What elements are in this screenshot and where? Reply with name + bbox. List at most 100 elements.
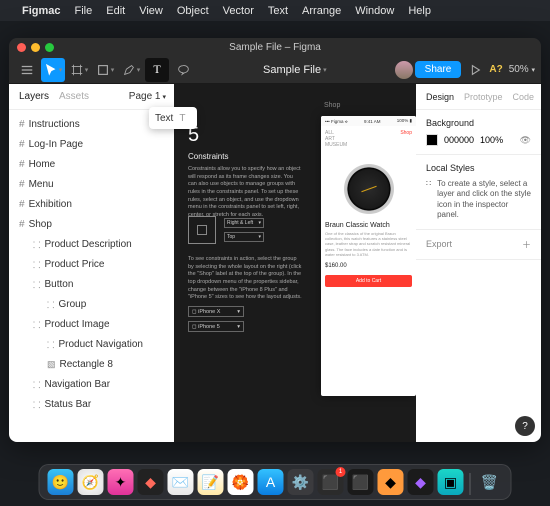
group-icon: ⸬ <box>33 398 40 411</box>
section-label: Background <box>426 118 531 128</box>
menu-text[interactable]: Text <box>268 5 288 17</box>
menu-edit[interactable]: Edit <box>106 5 125 17</box>
group-icon: ⸬ <box>33 238 40 251</box>
layer-item[interactable]: ⸬Product Navigation <box>9 334 174 354</box>
menu-file[interactable]: File <box>75 5 93 17</box>
menu-view[interactable]: View <box>139 5 163 17</box>
avatar[interactable] <box>395 61 413 79</box>
device-select[interactable]: ◻ iPhone X▾ <box>188 306 244 317</box>
dock-appstore-icon[interactable]: A <box>258 469 284 495</box>
section-heading: Constraints <box>188 152 228 161</box>
tab-code[interactable]: Code <box>513 92 535 102</box>
layer-item[interactable]: ⸬Product Image <box>9 314 174 334</box>
menu-help[interactable]: Help <box>408 5 431 17</box>
dock-safari-icon[interactable]: 🧭 <box>78 469 104 495</box>
dock-mail-icon[interactable]: ✉️ <box>168 469 194 495</box>
plus-icon[interactable]: ＋ <box>522 238 531 251</box>
tab-prototype[interactable]: Prototype <box>464 92 503 102</box>
comment-tool[interactable] <box>171 58 195 82</box>
dock-photos-icon[interactable]: 🏵️ <box>228 469 254 495</box>
layer-item[interactable]: #Exhibition <box>9 194 174 214</box>
menu-arrange[interactable]: Arrange <box>302 5 341 17</box>
section-label: Local Styles <box>426 163 531 173</box>
color-swatch[interactable] <box>426 134 438 146</box>
layer-item[interactable]: ⸬Product Description <box>9 234 174 254</box>
layer-item[interactable]: #Log-In Page <box>9 134 174 154</box>
shape-tool[interactable]: ▾ <box>93 58 117 82</box>
menu-window[interactable]: Window <box>355 5 394 17</box>
group-icon: ⸬ <box>33 378 40 391</box>
group-icon: ⸬ <box>47 298 54 311</box>
dock-app-icon[interactable]: ◆ <box>378 469 404 495</box>
layer-item[interactable]: #Menu <box>9 174 174 194</box>
layer-item[interactable]: ⸬Group <box>9 294 174 314</box>
dock-notes-icon[interactable]: 📝 <box>198 469 224 495</box>
add-to-cart-button[interactable]: Add to Cart <box>325 275 412 287</box>
close-icon[interactable] <box>17 43 26 52</box>
page-selector[interactable]: Page 1▾ <box>129 91 166 102</box>
frame-label[interactable]: Shop <box>324 102 340 109</box>
layer-item[interactable]: ⸬Button <box>9 274 174 294</box>
hamburger-icon[interactable] <box>15 58 39 82</box>
product-image <box>344 164 394 214</box>
device-select[interactable]: ◻ iPhone 5▾ <box>188 321 244 332</box>
dock-separator <box>470 473 471 495</box>
tool-popup[interactable]: Text T <box>149 107 197 129</box>
dock-finder-icon[interactable]: 🙂 <box>48 469 74 495</box>
titlebar[interactable]: Sample File – Figma <box>9 38 541 56</box>
frame-tool[interactable]: ▾ <box>67 58 91 82</box>
layer-item[interactable]: #Shop <box>9 214 174 234</box>
macos-menubar: Figmac File Edit View Object Vector Text… <box>0 0 550 21</box>
constraint-select-v[interactable]: Top▾ <box>224 232 264 242</box>
move-tool[interactable]: ▾ <box>41 58 65 82</box>
frame-icon: # <box>19 139 25 150</box>
eye-icon[interactable]: 👁 <box>520 135 531 146</box>
dock-app-icon[interactable]: ◆ <box>408 469 434 495</box>
present-button[interactable] <box>463 58 487 82</box>
canvas[interactable]: 5 Constraints Constraints allow you to s… <box>174 84 416 442</box>
layer-item[interactable]: ⸬Product Price <box>9 254 174 274</box>
dock-settings-icon[interactable]: ⚙️ <box>288 469 314 495</box>
constraint-select-h[interactable]: Right & Left▾ <box>224 218 264 228</box>
layer-item[interactable]: ▧Rectangle 8 <box>9 354 174 374</box>
group-icon: ⸬ <box>47 338 54 351</box>
dock-trash-icon[interactable]: 🗑️ <box>477 469 503 495</box>
minimize-icon[interactable] <box>31 43 40 52</box>
popup-shortcut: T <box>179 113 185 124</box>
product-description: One of the classics of the original Brau… <box>321 229 416 259</box>
layer-item[interactable]: ⸬Status Bar <box>9 394 174 414</box>
dock-app-icon[interactable]: ▣ <box>438 469 464 495</box>
maximize-icon[interactable] <box>45 43 54 52</box>
tab-layers[interactable]: Layers <box>19 91 49 102</box>
dock-app-icon[interactable]: ⬛ <box>348 469 374 495</box>
tab-assets[interactable]: Assets <box>59 91 89 102</box>
layer-item[interactable]: #Home <box>9 154 174 174</box>
frame-icon: # <box>19 119 25 130</box>
menu-vector[interactable]: Vector <box>223 5 254 17</box>
product-price: $160.00 <box>321 259 416 273</box>
app-name[interactable]: Figmac <box>22 5 61 17</box>
group-icon: ⸬ <box>33 318 40 331</box>
color-hex[interactable]: 000000 <box>444 135 474 145</box>
app-window: Sample File – Figma ▾ ▾ ▾ ▾ T Sample Fil… <box>9 38 541 442</box>
share-button[interactable]: Share <box>415 61 462 78</box>
group-icon: ⸬ <box>33 258 40 271</box>
tab-design[interactable]: Design <box>426 92 454 102</box>
color-opacity[interactable]: 100% <box>480 135 503 145</box>
text-tool[interactable]: T <box>145 58 169 82</box>
image-icon: ▧ <box>47 359 56 370</box>
file-label[interactable]: Sample File▾ <box>197 64 393 76</box>
layer-item[interactable]: ⸬Navigation Bar <box>9 374 174 394</box>
dock-app-icon[interactable]: ✦ <box>108 469 134 495</box>
pen-tool[interactable]: ▾ <box>119 58 143 82</box>
zoom-level[interactable]: 50% ▾ <box>509 64 535 75</box>
dock-app-icon[interactable]: ◆ <box>138 469 164 495</box>
dock-app-icon[interactable]: ⬛1 <box>318 469 344 495</box>
device-frame[interactable]: ••• Figma ⟡9:41 AM100% ▮ ALL ART MUSEUM … <box>321 116 416 396</box>
window-title: Sample File – Figma <box>229 42 321 53</box>
help-button[interactable]: ? <box>515 416 535 436</box>
body-text: Constraints allow you to specify how an … <box>188 166 303 220</box>
menu-object[interactable]: Object <box>177 5 209 17</box>
constraints-diagram <box>188 216 216 244</box>
popup-label: Text <box>155 113 173 124</box>
